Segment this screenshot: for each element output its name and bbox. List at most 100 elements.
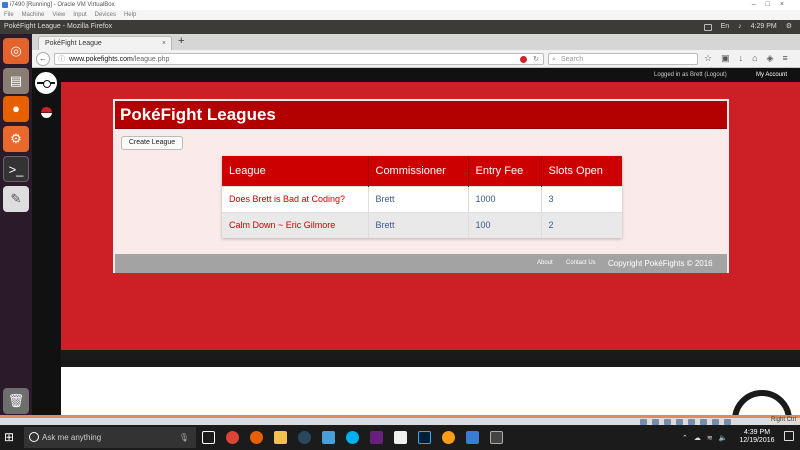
task-view-icon[interactable]: [202, 431, 215, 444]
window-controls: –□×: [752, 0, 794, 10]
web-page: Logged in as Brett (Logout) My Account P…: [32, 68, 800, 415]
panel-indicators: En ♪ 4:29 PM ⚙: [703, 20, 792, 34]
site-topbar: Logged in as Brett (Logout) My Account: [32, 68, 800, 82]
url-domain: www.pokefights.com: [69, 56, 133, 63]
maximize-icon[interactable]: □: [766, 1, 780, 8]
slots-open-cell: 2: [541, 211, 622, 238]
taskbar-clock[interactable]: 4:39 PM 12/19/2016: [736, 429, 778, 445]
menu-input[interactable]: Input: [73, 12, 86, 18]
contact-link[interactable]: Contact Us: [566, 254, 596, 273]
windows-start-icon[interactable]: ⊞: [4, 430, 18, 444]
ubuntu-dash-icon[interactable]: ◎: [3, 38, 29, 64]
trash-icon[interactable]: 🗑: [3, 388, 29, 414]
header-entry-fee: Entry Fee: [468, 156, 542, 186]
overwatch-icon[interactable]: [442, 431, 455, 444]
url-bar[interactable]: ⓘ www.pokefights.com/league.php ↻: [54, 53, 544, 65]
network-icon[interactable]: [703, 23, 712, 31]
menu-machine[interactable]: Machine: [22, 12, 45, 18]
cortana-search-input[interactable]: Ask me anything 🎙: [24, 427, 196, 448]
settings-icon[interactable]: ⚙: [3, 126, 29, 152]
search-input[interactable]: ⌕ Search: [548, 53, 698, 65]
tab-close-icon[interactable]: ×: [162, 37, 166, 50]
leagues-table: League Commissioner Entry Fee Slots Open…: [222, 156, 622, 238]
firefox-icon[interactable]: [250, 431, 263, 444]
text-editor-icon[interactable]: ✎: [3, 186, 29, 212]
terminal-icon[interactable]: >_: [3, 156, 29, 182]
skype-icon[interactable]: [346, 431, 359, 444]
entry-fee-cell: 1000: [468, 185, 542, 212]
new-tab-button[interactable]: +: [178, 35, 184, 47]
league-name-link[interactable]: Calm Down ~ Eric Gilmore: [222, 211, 369, 238]
onedrive-icon[interactable]: ☁: [694, 434, 701, 442]
firefox-icon[interactable]: ●: [3, 96, 29, 122]
table-row[interactable]: Does Brett is Bad at Coding? Brett 1000 …: [222, 185, 622, 212]
bookmark-star-icon[interactable]: ☆: [704, 53, 712, 64]
menu-file[interactable]: File: [4, 12, 14, 18]
commissioner-cell: Brett: [368, 185, 469, 212]
home-icon[interactable]: ⌂: [752, 53, 757, 64]
photoshop-icon[interactable]: [418, 431, 431, 444]
menu-devices[interactable]: Devices: [95, 12, 116, 18]
taskbar-apps: [202, 431, 503, 444]
pokeball-nav-icon[interactable]: [41, 107, 52, 118]
files-icon[interactable]: ▤: [3, 68, 29, 94]
volume-icon[interactable]: 🔈: [719, 434, 728, 442]
taskbar-date: 12/19/2016: [739, 437, 775, 444]
my-account-link[interactable]: My Account: [756, 68, 787, 82]
pokeball-bottom: [61, 367, 800, 415]
vbox-statusbar: Right Ctrl: [0, 415, 800, 425]
wifi-icon[interactable]: ≋: [707, 434, 713, 442]
header-league: League: [222, 156, 369, 186]
url-path: /league.php: [132, 56, 170, 63]
virtualbox-icon[interactable]: [466, 431, 479, 444]
sound-icon[interactable]: ♪: [738, 20, 742, 34]
pokeball-extension-icon[interactable]: [520, 56, 527, 63]
entry-fee-cell: 100: [468, 211, 542, 238]
keyboard-layout-indicator[interactable]: En: [721, 20, 730, 34]
terminal-icon[interactable]: [490, 431, 503, 444]
reload-icon[interactable]: ↻: [533, 54, 539, 65]
minimize-icon[interactable]: –: [752, 1, 766, 8]
menu-help[interactable]: Help: [124, 12, 136, 18]
tab-pokefight-league[interactable]: PokéFight League ×: [38, 36, 172, 50]
store-icon[interactable]: [322, 431, 335, 444]
microphone-icon[interactable]: 🎙: [179, 427, 189, 448]
table-row[interactable]: Calm Down ~ Eric Gilmore Brett 100 2: [222, 211, 622, 238]
ubuntu-launcher: ◎ ▤ ● ⚙ >_ ✎ 🗑: [0, 34, 32, 415]
back-button[interactable]: ←: [36, 52, 50, 66]
virtualbox-icon: [2, 2, 8, 8]
paint-icon[interactable]: [394, 431, 407, 444]
cortana-placeholder: Ask me anything: [42, 433, 102, 442]
chevron-up-icon[interactable]: ⌃: [682, 434, 688, 442]
info-icon[interactable]: ⓘ: [58, 54, 65, 65]
header-commissioner: Commissioner: [368, 156, 469, 186]
gear-icon[interactable]: ⚙: [786, 20, 792, 34]
downloads-icon[interactable]: ↓: [739, 53, 744, 64]
league-name-link[interactable]: Does Brett is Bad at Coding?: [222, 185, 369, 212]
leagues-panel: PokéFight Leagues Create League League C…: [113, 99, 729, 273]
reading-list-icon[interactable]: ▣: [721, 53, 730, 64]
firefox-toolbar: ☆ ▣ ↓ ⌂ ◈ ≡: [704, 53, 788, 64]
notifications-icon[interactable]: [784, 431, 794, 441]
menu-view[interactable]: View: [52, 12, 65, 18]
logged-in-text[interactable]: Logged in as Brett (Logout): [654, 68, 727, 82]
windows-taskbar: ⊞ Ask me anything 🎙 ⌃ ☁ ≋ 🔈 4:39 PM 12/1…: [0, 425, 800, 450]
vbox-menubar: File Machine View Input Devices Help: [0, 10, 800, 20]
close-icon[interactable]: ×: [780, 1, 794, 8]
menu-icon[interactable]: ≡: [782, 53, 787, 64]
pocket-icon[interactable]: ◈: [767, 53, 774, 64]
visual-studio-icon[interactable]: [370, 431, 383, 444]
pokeball-band: [61, 350, 800, 367]
header-slots-open: Slots Open: [541, 156, 622, 186]
search-placeholder: Search: [561, 56, 584, 63]
slots-open-cell: 3: [541, 185, 622, 212]
chrome-icon[interactable]: [226, 431, 239, 444]
panel-clock[interactable]: 4:29 PM: [751, 20, 777, 34]
create-league-button[interactable]: Create League: [121, 136, 183, 150]
steam-icon[interactable]: [298, 431, 311, 444]
pokeball-logo-icon[interactable]: [35, 72, 57, 94]
taskbar-time: 4:39 PM: [743, 429, 771, 436]
file-explorer-icon[interactable]: [274, 431, 287, 444]
panel-footer: About Contact Us Copyright PokéFights © …: [115, 254, 727, 273]
about-link[interactable]: About: [537, 254, 553, 273]
